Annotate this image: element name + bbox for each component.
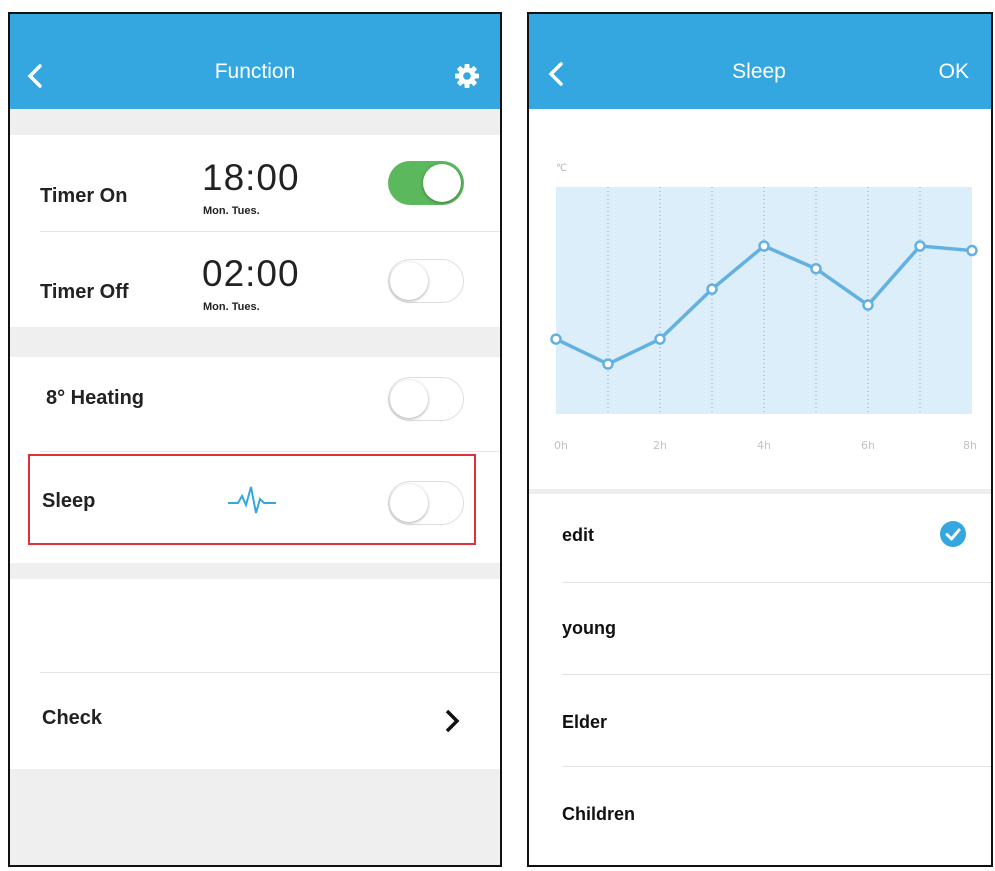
chart-point [810, 262, 822, 275]
toggle-knob [423, 164, 461, 202]
sleep-curve-chart[interactable]: ℃ 0h 2h 4h 6h 8h [529, 109, 991, 489]
chart-point [706, 283, 718, 295]
timer-off-time[interactable]: 02:00 [202, 253, 300, 295]
chart-x-tick-label: 0h [554, 439, 568, 452]
chart-point [862, 299, 874, 311]
timer-on-toggle[interactable] [388, 161, 464, 205]
heating-label: 8° Heating [46, 387, 145, 409]
divider [40, 231, 500, 232]
chart-point [758, 240, 770, 252]
divider [562, 582, 991, 583]
sleep-screen: Sleep OK ℃ 0h 2h 4h 6h 8h edit young Elder Ch… [527, 12, 993, 867]
page-title: Sleep [732, 60, 786, 83]
mode-label: Elder [562, 712, 608, 732]
mode-row-young[interactable]: young [529, 584, 991, 676]
page-title: Function [214, 60, 296, 83]
timer-group: Timer On 18:00 Mon. Tues. Timer Off 02:0… [10, 135, 500, 327]
check-group: Check [10, 579, 500, 769]
gear-icon[interactable] [454, 63, 480, 89]
divider [562, 674, 991, 675]
chart-unit-label: ℃ [556, 163, 567, 174]
chart-x-tick-label: 4h [757, 439, 771, 452]
function-screen: Function Timer On 18:00 Mon. Tues. Timer… [8, 12, 502, 867]
sleep-highlight-frame [28, 454, 476, 545]
chart-point [602, 358, 614, 370]
divider [562, 766, 991, 767]
timer-on-label: Timer On [40, 185, 128, 207]
heating-toggle[interactable] [388, 377, 464, 421]
mode-row-edit[interactable]: edit [529, 494, 991, 586]
sleep-chart-svg[interactable]: ℃ 0h 2h 4h 6h 8h [529, 109, 993, 489]
timer-off-toggle[interactable] [388, 259, 464, 303]
chart-point [966, 244, 978, 257]
ok-button[interactable]: OK [939, 60, 969, 84]
mode-label: edit [562, 525, 595, 545]
divider [40, 672, 500, 673]
sleep-nav-bar: Sleep OK [529, 14, 991, 109]
chart-x-tick-label: 2h [653, 439, 667, 452]
chart-point [550, 333, 562, 345]
chart-point [654, 333, 666, 345]
check-circle-icon [940, 521, 966, 547]
chart-x-tick-label: 8h [963, 439, 977, 452]
toggle-knob [390, 379, 428, 418]
timer-on-time[interactable]: 18:00 [202, 157, 300, 199]
function-nav-bar: Function [10, 14, 500, 109]
mode-label: young [562, 618, 616, 638]
chart-x-tick-label: 6h [861, 439, 875, 452]
chart-point [914, 240, 926, 252]
chevron-right-icon[interactable] [443, 708, 461, 734]
timer-off-days: Mon. Tues. [203, 301, 260, 313]
toggle-knob [390, 261, 428, 300]
timer-off-label: Timer Off [40, 281, 129, 303]
divider [40, 451, 500, 452]
timer-on-days: Mon. Tues. [203, 205, 260, 217]
mode-row-children[interactable]: Children [529, 768, 991, 860]
mode-row-elder[interactable]: Elder [529, 676, 991, 768]
check-label[interactable]: Check [42, 707, 102, 730]
mode-label: Children [562, 804, 636, 824]
